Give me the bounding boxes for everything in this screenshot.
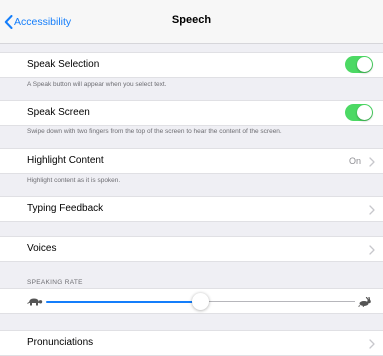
speak-selection-label: Speak Selection [27,59,100,70]
speak-screen-label: Speak Screen [27,107,90,118]
navigation-bar: Accessibility Speech [0,0,383,44]
highlight-content-value: On [348,156,361,166]
pronunciations-label: Pronunciations [27,337,94,348]
typing-feedback-label: Typing Feedback [27,203,104,214]
highlight-content-footer: Highlight content as it is spoken. [27,177,121,184]
chevron-right-icon [369,157,375,167]
chevron-right-icon [369,339,375,349]
highlight-content-row[interactable]: Highlight Content On [0,148,383,174]
speak-selection-row: Speak Selection [0,52,383,78]
speak-selection-toggle[interactable] [345,56,373,73]
chevron-right-icon [369,205,375,215]
highlight-content-label: Highlight Content [27,155,104,166]
turtle-icon [27,298,43,306]
hare-icon [358,297,371,307]
speak-selection-footer: A Speak button will appear when you sele… [27,81,167,88]
chevron-right-icon [369,245,375,255]
speak-screen-row: Speak Screen [0,100,383,126]
slider-track-empty [200,301,355,302]
toggle-knob [357,105,372,120]
typing-feedback-row[interactable]: Typing Feedback [0,196,383,222]
speak-screen-footer: Swipe down with two fingers from the top… [27,128,282,135]
speak-screen-toggle[interactable] [345,104,373,121]
slider-track-filled [46,301,201,303]
page-title: Speech [171,14,212,26]
voices-row[interactable]: Voices [0,236,383,262]
toggle-knob [357,57,372,72]
pronunciations-row[interactable]: Pronunciations [0,330,383,356]
speaking-rate-header: SPEAKING RATE [27,279,83,286]
speaking-rate-slider-row [0,288,383,314]
voices-label: Voices [27,243,57,254]
speaking-rate-slider-thumb[interactable] [192,293,209,310]
